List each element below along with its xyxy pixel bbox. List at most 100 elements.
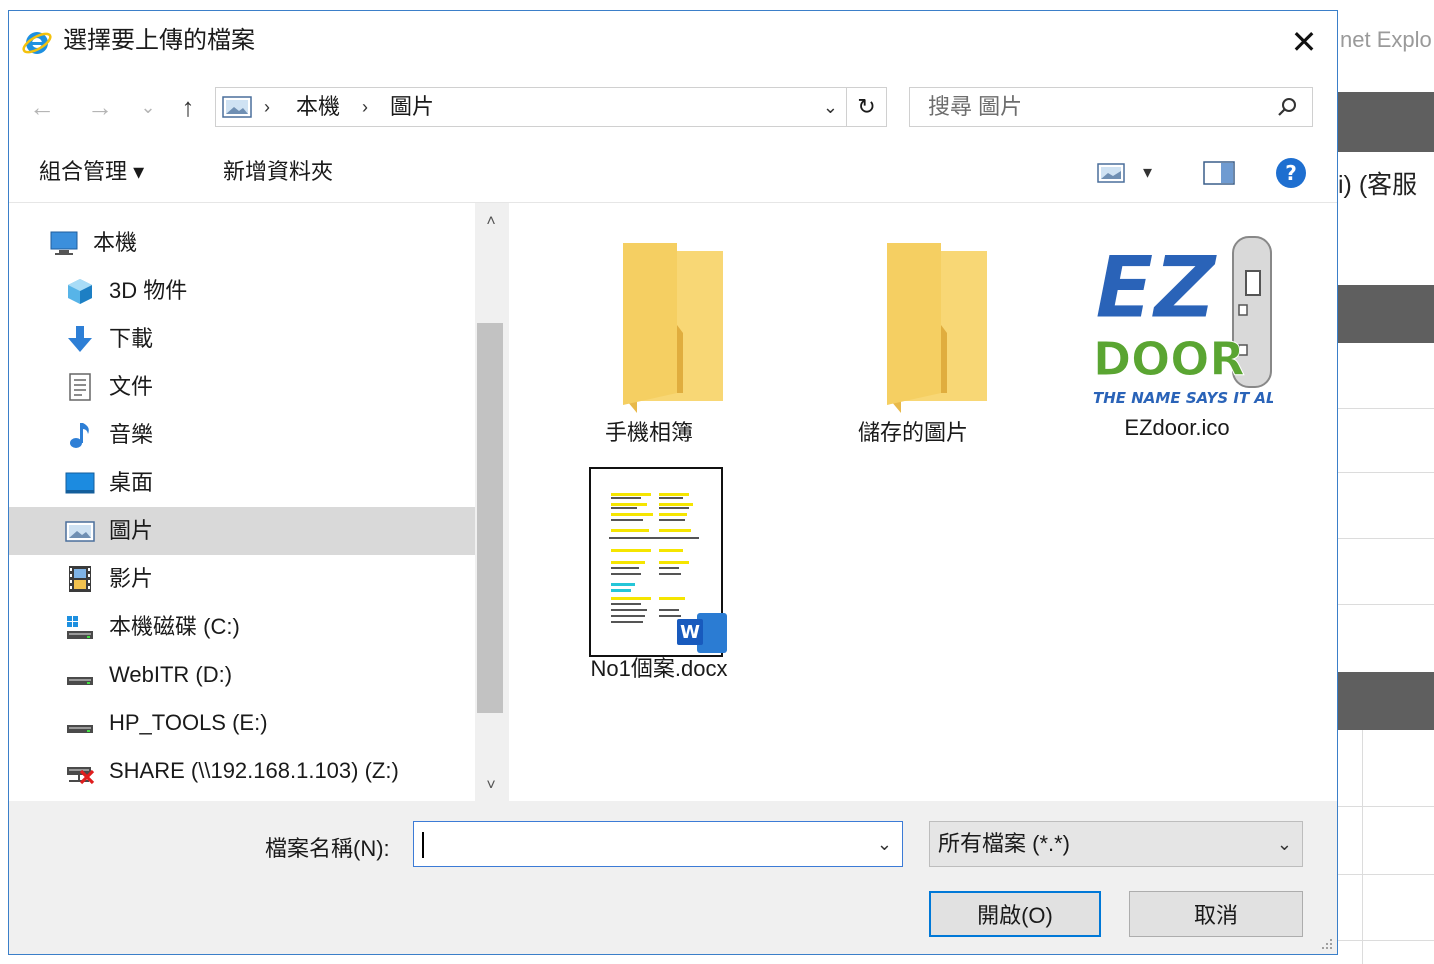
search-box[interactable]: 搜尋 圖片 — [909, 87, 1313, 127]
help-glyph: ? — [1285, 161, 1297, 185]
internet-explorer-icon — [22, 32, 52, 54]
disconnected-network-drive-icon — [67, 767, 95, 785]
scroll-up-icon[interactable]: ˄ — [475, 207, 507, 237]
sidebar-item-label: SHARE (\\192.168.1.103) (Z:) — [109, 758, 399, 783]
dialog-footer: 檔案名稱(N): ⌄ 所有檔案 (*.*) ⌄ 開啟(O) 取消 — [9, 801, 1337, 954]
sidebar-item-label: 文件 — [109, 374, 154, 399]
navigation-bar: ← → ⌄ ↑ › 本機 › 圖片 ⌄ ↻ 搜尋 圖片 — [9, 73, 1337, 143]
help-icon[interactable]: ? — [1275, 157, 1307, 189]
docx-thumbnail: W — [589, 467, 727, 657]
music-note-icon — [70, 423, 89, 448]
title-bar: 選擇要上傳的檔案 ✕ — [9, 11, 1337, 73]
breadcrumb-separator: › — [362, 97, 368, 117]
sidebar-item-label: 音樂 — [109, 422, 154, 447]
logo-tagline: THE NAME SAYS IT ALL — [1093, 389, 1273, 407]
recent-locations-button[interactable]: ⌄ — [137, 87, 159, 127]
view-options-icon[interactable] — [1097, 163, 1125, 183]
sidebar-item-share-z[interactable]: SHARE (\\192.168.1.103) (Z:) — [9, 747, 475, 795]
dialog-title: 選擇要上傳的檔案 — [63, 27, 255, 54]
sidebar-item-label: 本機 — [93, 230, 138, 255]
sidebar-item-label: WebITR (D:) — [109, 662, 233, 687]
background-browser-window: net Explo i) (客服 — [1338, 0, 1434, 964]
file-name: EZdoor.ico — [1124, 415, 1230, 440]
back-button[interactable]: ← — [25, 87, 59, 127]
sidebar-item-drive-e[interactable]: HP_TOOLS (E:) — [9, 699, 475, 747]
background-text: i) (客服 — [1338, 171, 1418, 199]
background-divider — [1362, 730, 1363, 964]
address-bar[interactable]: › 本機 › 圖片 ⌄ — [215, 87, 847, 127]
sidebar-item-pictures[interactable]: 圖片 — [9, 507, 475, 555]
ezdoor-logo-thumbnail: EZ DOOR THE NAME SAYS IT ALL — [1091, 233, 1273, 415]
sidebar-item-music[interactable]: 音樂 — [9, 411, 475, 459]
background-bar — [1338, 285, 1434, 343]
file-item-document[interactable]: W No1個案.docx — [549, 465, 749, 685]
file-list-view: 手機相簿 儲存的圖片 EZ DOOR THE NAME SAYS IT ALL — [509, 203, 1337, 801]
search-placeholder: 搜尋 圖片 — [928, 94, 1023, 119]
logo-text-main: EZ — [1095, 238, 1218, 338]
sidebar-item-local-disk-c[interactable]: 本機磁碟 (C:) — [9, 603, 475, 651]
file-type-dropdown-icon[interactable]: ⌄ — [1277, 822, 1292, 866]
word-badge: W — [680, 622, 700, 643]
forward-button[interactable]: → — [83, 87, 117, 127]
logo-text-sub: DOOR — [1093, 332, 1245, 386]
drive-icon — [67, 677, 93, 685]
scrollbar-thumb[interactable] — [477, 323, 503, 713]
breadcrumb-item-this-pc[interactable]: 本機 — [296, 88, 340, 126]
sidebar-item-desktop[interactable]: 桌面 — [9, 459, 475, 507]
sidebar-item-this-pc[interactable]: 本機 — [9, 219, 475, 267]
sidebar-item-videos[interactable]: 影片 — [9, 555, 475, 603]
sidebar-item-downloads[interactable]: 下載 — [9, 315, 475, 363]
film-icon — [69, 566, 91, 592]
preview-pane-icon[interactable] — [1203, 161, 1235, 185]
file-upload-dialog: 選擇要上傳的檔案 ✕ ← → ⌄ ↑ › 本機 › 圖片 ⌄ ↻ 搜尋 圖片 組… — [8, 10, 1338, 955]
text-caret — [422, 832, 424, 858]
command-toolbar: 組合管理 ▾ 新增資料夾 ▾ ? — [9, 143, 1337, 203]
sidebar-item-3d-objects[interactable]: 3D 物件 — [9, 267, 475, 315]
file-name: 手機相簿 — [604, 420, 693, 445]
scroll-down-icon[interactable]: ˅ — [475, 771, 507, 801]
pictures-icon — [222, 96, 252, 118]
drive-icon — [67, 725, 93, 733]
sidebar-item-label: 本機磁碟 (C:) — [109, 614, 240, 639]
background-divider — [1338, 408, 1434, 409]
file-type-value: 所有檔案 (*.*) — [938, 831, 1071, 856]
up-button[interactable]: ↑ — [171, 87, 205, 127]
document-icon — [69, 373, 91, 401]
resize-grip-icon[interactable] — [1319, 936, 1333, 950]
file-item-folder[interactable]: 手機相簿 — [549, 223, 749, 445]
cancel-button[interactable]: 取消 — [1129, 891, 1303, 937]
background-bar — [1338, 672, 1434, 730]
background-divider — [1338, 472, 1434, 473]
address-dropdown-icon[interactable]: ⌄ — [823, 88, 838, 126]
filename-label: 檔案名稱(N): — [265, 836, 390, 861]
new-folder-button[interactable]: 新增資料夾 — [223, 143, 333, 201]
view-dropdown-icon[interactable]: ▾ — [1143, 143, 1152, 201]
navigation-pane-scrollbar[interactable]: ˄ ˅ — [475, 203, 507, 801]
cube-icon — [68, 279, 92, 304]
sidebar-item-documents[interactable]: 文件 — [9, 363, 475, 411]
filename-input[interactable]: ⌄ — [413, 821, 903, 867]
close-button[interactable]: ✕ — [1279, 19, 1329, 65]
open-button[interactable]: 開啟(O) — [929, 891, 1101, 937]
pictures-icon — [65, 521, 95, 542]
filename-dropdown-icon[interactable]: ⌄ — [877, 822, 892, 866]
sidebar-item-label: 桌面 — [109, 470, 154, 495]
organize-button[interactable]: 組合管理 ▾ — [39, 143, 144, 201]
download-arrow-icon — [68, 326, 92, 352]
navigation-pane: 本機 3D 物件 下載 文件 音樂 桌面 圖片 影片 本機磁碟 (C:) Web… — [9, 203, 475, 801]
file-item-image[interactable]: EZ DOOR THE NAME SAYS IT ALL EZdoor.ico — [1077, 223, 1277, 443]
sidebar-item-drive-d[interactable]: WebITR (D:) — [9, 651, 475, 699]
desktop-icon — [65, 472, 95, 494]
background-divider — [1338, 538, 1434, 539]
refresh-button[interactable]: ↻ — [847, 87, 887, 127]
sidebar-item-label: 影片 — [109, 566, 154, 591]
breadcrumb-item-pictures[interactable]: 圖片 — [390, 88, 434, 126]
file-type-select[interactable]: 所有檔案 (*.*) ⌄ — [929, 821, 1303, 867]
background-divider — [1338, 806, 1434, 807]
file-item-folder[interactable]: 儲存的圖片 — [813, 223, 1013, 445]
sidebar-item-label: 下載 — [109, 326, 154, 351]
background-divider — [1338, 940, 1434, 941]
background-divider — [1338, 874, 1434, 875]
windows-drive-icon — [67, 616, 93, 639]
sidebar-item-label: 3D 物件 — [109, 278, 188, 303]
